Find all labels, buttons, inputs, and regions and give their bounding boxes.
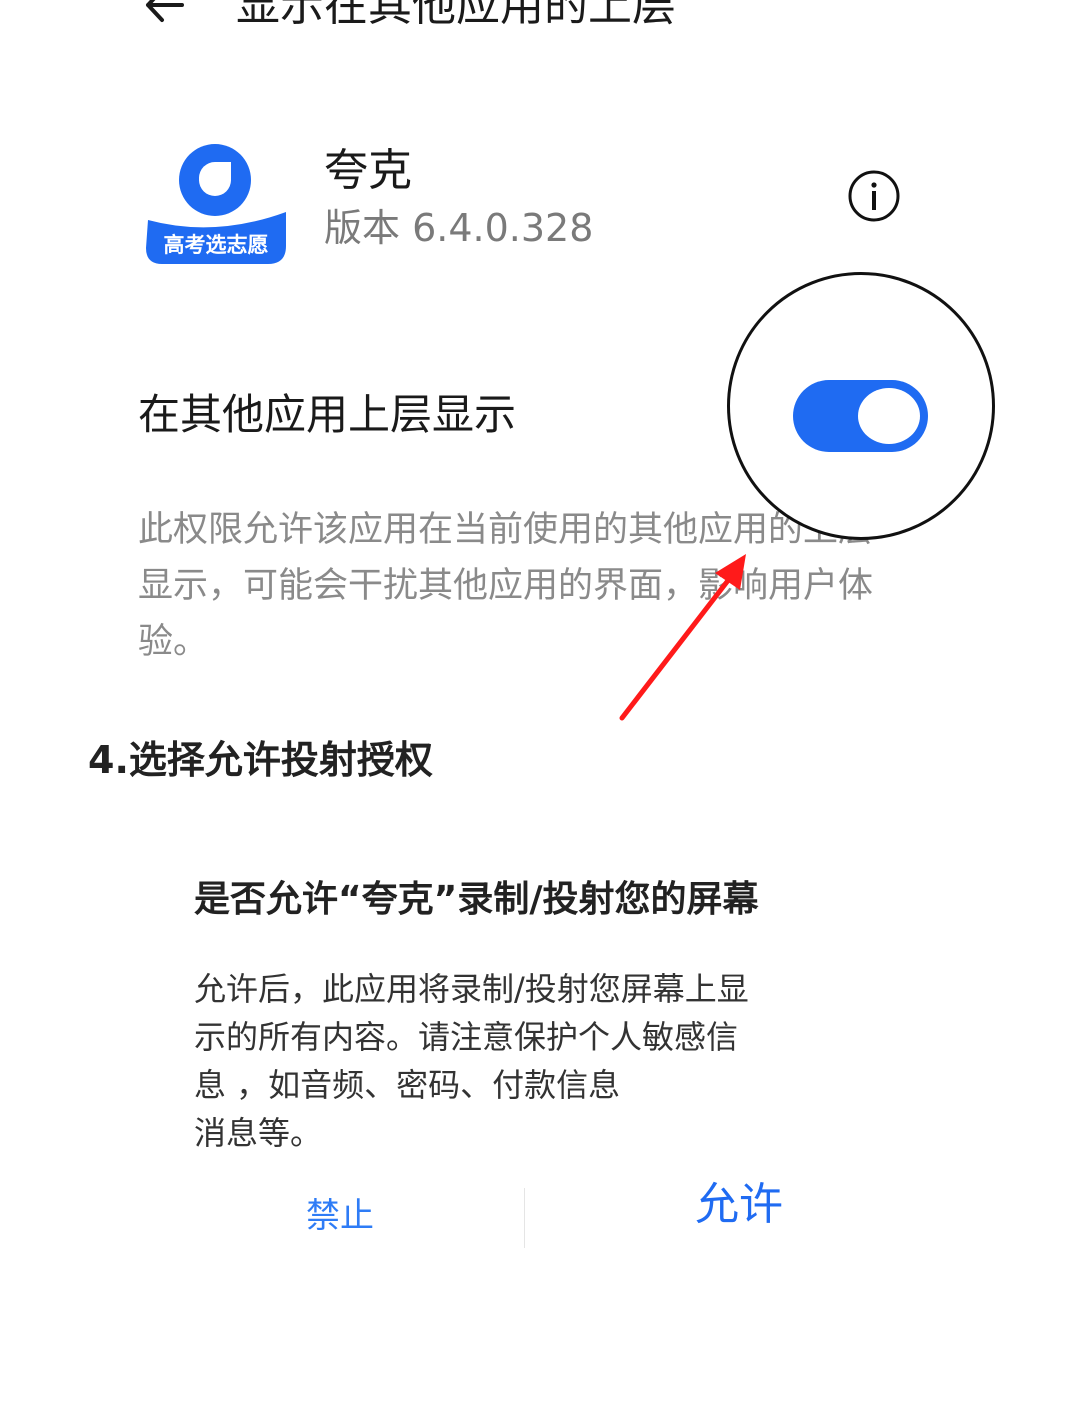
- deny-button[interactable]: 禁止: [306, 1192, 374, 1240]
- page-title: 显示在其他应用的上层: [236, 0, 676, 31]
- back-arrow-icon[interactable]: [140, 0, 194, 32]
- allow-button[interactable]: 允许: [695, 1176, 783, 1234]
- step-caption: 4.选择允许投射授权: [88, 738, 433, 782]
- app-version: 版本 6.4.0.328: [324, 206, 594, 250]
- dialog-body-line: 消息等。: [194, 1114, 323, 1152]
- logo-text: 高考选志愿: [164, 233, 269, 257]
- dialog-title: 是否允许“夸克”录制/投射您的屏幕: [194, 879, 759, 920]
- overlay-permission-label: 在其他应用上层显示: [138, 390, 517, 439]
- dialog-body-line: 允许后，此应用将录制/投射您屏幕上显: [194, 970, 749, 1008]
- app-name: 夸克: [324, 145, 412, 196]
- overlay-permission-description: 此权限允许该应用在当前使用的其他应用的上层显示，可能会干扰其他应用的界面，影响用…: [138, 510, 874, 662]
- toggle-knob[interactable]: [858, 388, 920, 444]
- dialog-body-line: 示的所有内容。请注意保护个人敏感信: [194, 1018, 739, 1056]
- top-bar: 显示在其他应用的上层: [0, 0, 1080, 50]
- button-divider: [524, 1188, 525, 1248]
- screenshot-page: 显示在其他应用的上层 高考选志愿 夸克 版本 6.4.0.328 在其他应用上层…: [0, 0, 1080, 1410]
- dialog-body-line: 息 ，如音频、密码、付款信息: [194, 1066, 621, 1104]
- info-icon[interactable]: [846, 168, 902, 224]
- quark-app-logo: 高考选志愿: [146, 144, 286, 264]
- dialog-body: 允许后，此应用将录制/投射您屏幕上显 示的所有内容。请注意保护个人敏感信 息 ，…: [194, 965, 844, 1157]
